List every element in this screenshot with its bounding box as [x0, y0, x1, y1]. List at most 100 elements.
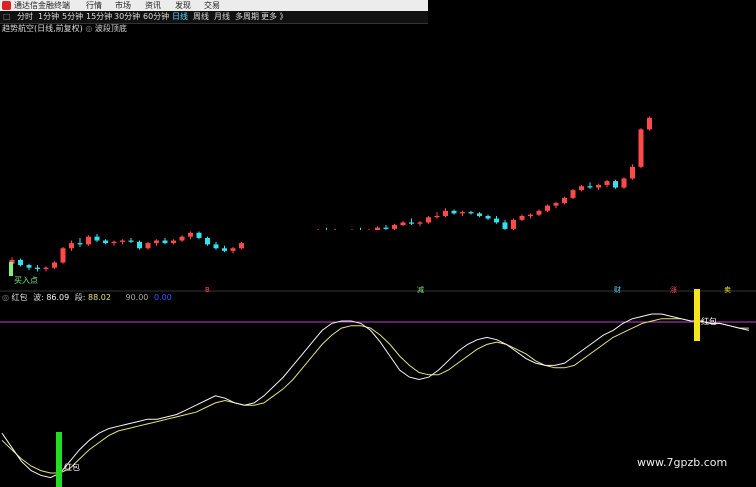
candle-body — [86, 236, 91, 245]
indicator-label[interactable]: 波段顶底 — [95, 24, 127, 33]
candle-body — [103, 240, 108, 244]
watermark: www.7gpzb.com — [609, 438, 756, 487]
candle-body — [205, 237, 210, 245]
signal-label-b: B — [205, 286, 210, 294]
candle-body — [35, 267, 40, 269]
period-multi[interactable]: 多周期 — [235, 11, 259, 23]
watermark-text: www.7gpzb.com — [637, 456, 728, 469]
signal-label-cai: 财 — [614, 285, 621, 294]
candle-body — [528, 214, 533, 216]
level-value: 90.00 — [125, 293, 149, 302]
candle-body — [468, 212, 474, 214]
period-weekly[interactable]: 周线 — [193, 11, 209, 23]
candle-body — [511, 219, 516, 229]
candle-body — [536, 210, 542, 215]
menu-shichang[interactable]: 市场 — [115, 0, 131, 11]
candle-body — [60, 248, 66, 263]
candle-body — [545, 205, 550, 211]
period-30min[interactable]: 30分钟 — [114, 11, 140, 23]
candle-body — [52, 262, 57, 268]
main-chart-legend: 趋势航空(日线,前复权) ◎ 波段顶底 — [2, 24, 127, 34]
candle-body — [477, 213, 482, 216]
candle-body — [145, 243, 151, 249]
candle-body — [519, 215, 525, 220]
candle-body — [434, 215, 440, 218]
bottom-hongbao-label: 红包 — [64, 462, 80, 472]
candle-body — [162, 240, 168, 244]
candle-body — [604, 181, 610, 185]
period-more[interactable]: 更多 》 — [261, 11, 288, 23]
sell-signal-bar — [694, 289, 700, 341]
candle-body — [579, 186, 584, 191]
candle-body — [26, 265, 32, 268]
candle-body — [638, 129, 644, 167]
candle-body — [392, 225, 397, 229]
period-fenshi[interactable]: 分时 — [17, 11, 33, 23]
period-1min[interactable]: 1分钟 — [38, 11, 59, 23]
redaction-top-right — [428, 0, 756, 112]
candle-body — [188, 232, 193, 237]
signal-label-jian: 减 — [417, 285, 424, 294]
candle-body — [417, 222, 423, 224]
candle-body — [77, 243, 83, 245]
candle-body — [587, 186, 593, 188]
redaction-center — [247, 230, 509, 256]
app-logo-icon — [2, 1, 11, 10]
candle-body — [222, 248, 227, 251]
period-15min[interactable]: 15分钟 — [86, 11, 112, 23]
signal-label-mai: 卖 — [724, 286, 731, 294]
toolbar-toggle-icon[interactable]: □ — [3, 11, 11, 23]
candle-body — [383, 227, 389, 229]
candle-body — [196, 232, 202, 238]
candle-body — [137, 241, 142, 249]
candle-body — [443, 210, 448, 216]
menu-faxian[interactable]: 发现 — [175, 0, 191, 11]
bottom-signal-bar — [9, 262, 13, 276]
candle-body — [451, 210, 457, 214]
bo-value: 86.09 — [46, 293, 70, 302]
candle-body — [570, 190, 576, 198]
candle-body — [647, 117, 652, 130]
period-monthly[interactable]: 月线 — [214, 11, 230, 23]
signal-label-zhang: 涨 — [670, 285, 677, 294]
candle-body — [502, 222, 508, 229]
menu-jiaoyi[interactable]: 交易 — [204, 0, 220, 11]
buy-signal-bar — [56, 432, 62, 487]
candle-body — [69, 243, 74, 249]
candle-body — [230, 248, 236, 251]
candle-body — [154, 240, 159, 244]
indicator-icon[interactable]: ◎ — [85, 24, 95, 33]
candle-body — [409, 222, 414, 224]
bottom-signal-label: 买入点 — [14, 276, 38, 285]
candle-body — [621, 178, 627, 188]
candle-body — [400, 222, 406, 226]
candle-body — [18, 259, 23, 266]
menu-hangqing[interactable]: 行情 — [86, 0, 102, 11]
sub-indicator-icon[interactable]: ◎ — [2, 293, 12, 302]
period-60min[interactable]: 60分钟 — [143, 11, 169, 23]
zero-value: 0.00 — [153, 293, 172, 302]
top-hongbao-label: 红包 — [701, 316, 717, 326]
period-5min[interactable]: 5分钟 — [62, 11, 83, 23]
candle-body — [553, 203, 559, 206]
candle-body — [111, 241, 117, 244]
candle-body — [485, 215, 491, 219]
sub-indicator-name[interactable]: 红包 — [12, 293, 28, 302]
candle-body — [43, 267, 49, 269]
candle-body — [630, 166, 635, 179]
title-bar: 通达信金融终端 行情 市场 资讯 发现 交易 — [0, 0, 428, 11]
candle-body — [596, 184, 601, 188]
candle-body — [120, 240, 125, 242]
candle-body — [179, 236, 185, 241]
candle-body — [562, 197, 567, 204]
candle-body — [239, 243, 244, 249]
candle-body — [213, 244, 219, 249]
duan-value: 88.02 — [88, 293, 111, 302]
stock-title: 趋势航空(日线,前复权) — [2, 24, 83, 33]
menu-zixun[interactable]: 资讯 — [145, 0, 161, 11]
candle-body — [94, 236, 100, 241]
candle-body — [613, 181, 618, 188]
candle-body — [426, 217, 431, 223]
period-daily[interactable]: 日线 — [172, 11, 188, 23]
bo-label: 波: — [33, 293, 44, 302]
